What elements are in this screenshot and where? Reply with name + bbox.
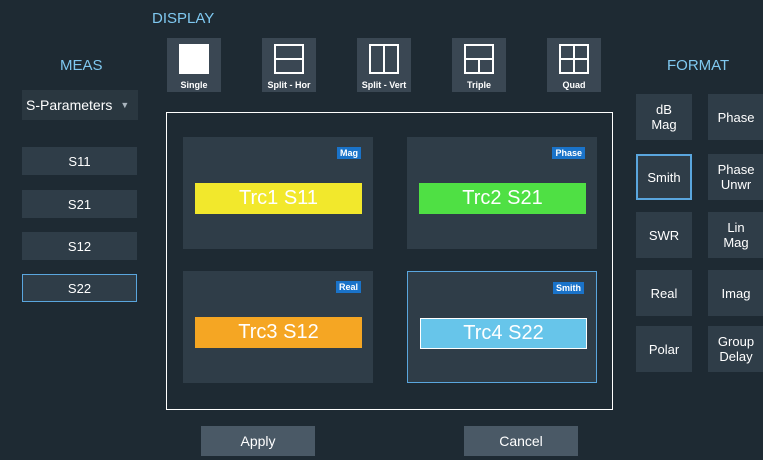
layout-split-hor-label: Split - Hor: [267, 80, 311, 90]
quad-layout-icon: [559, 44, 589, 74]
format-group-delay-button[interactable]: Group Delay: [708, 326, 763, 372]
apply-button[interactable]: Apply: [201, 426, 315, 456]
chevron-down-icon: ▼: [120, 100, 130, 110]
format-imag-button[interactable]: Imag: [708, 270, 763, 316]
format-tag: Mag: [337, 147, 361, 159]
layout-single-button[interactable]: Single: [167, 38, 221, 92]
display-title: DISPLAY: [152, 10, 215, 27]
format-smith-button[interactable]: Smith: [636, 154, 692, 200]
single-layout-icon: [179, 44, 209, 74]
trace-label-1: Trc1 S11: [195, 183, 362, 214]
format-phase-unwr-button[interactable]: Phase Unwr: [708, 154, 763, 200]
triple-layout-icon: [464, 44, 494, 74]
layout-triple-button[interactable]: Triple: [452, 38, 506, 92]
trace-pane-1[interactable]: Mag Trc1 S11: [183, 137, 373, 249]
format-db-mag-button[interactable]: dB Mag: [636, 94, 692, 140]
format-lin-mag-button[interactable]: Lin Mag: [708, 212, 763, 258]
layout-split-hor-button[interactable]: Split - Hor: [262, 38, 316, 92]
format-tag: Phase: [552, 147, 585, 159]
format-phase-button[interactable]: Phase: [708, 94, 763, 140]
trace-label-2: Trc2 S21: [419, 183, 586, 214]
cancel-button[interactable]: Cancel: [464, 426, 578, 456]
layout-quad-button[interactable]: Quad: [547, 38, 601, 92]
format-swr-button[interactable]: SWR: [636, 212, 692, 258]
trace-pane-2[interactable]: Phase Trc2 S21: [407, 137, 597, 249]
layout-triple-label: Triple: [466, 80, 491, 90]
meas-item-s11[interactable]: S11: [22, 147, 137, 175]
trace-pane-3[interactable]: Real Trc3 S12: [183, 271, 373, 383]
meas-title: MEAS: [60, 57, 103, 74]
meas-dropdown-value: S-Parameters: [26, 97, 113, 113]
format-real-button[interactable]: Real: [636, 270, 692, 316]
trace-label-3: Trc3 S12: [195, 317, 362, 348]
layout-split-vert-button[interactable]: Split - Vert: [357, 38, 411, 92]
meas-dropdown[interactable]: S-Parameters ▼: [22, 90, 138, 120]
format-polar-button[interactable]: Polar: [636, 326, 692, 372]
format-title: FORMAT: [667, 57, 730, 74]
trace-pane-4[interactable]: Smith Trc4 S22: [407, 271, 597, 383]
layout-split-vert-label: Split - Vert: [361, 80, 407, 90]
trace-label-4: Trc4 S22: [420, 318, 587, 349]
format-tag: Smith: [552, 282, 584, 294]
split-horizontal-layout-icon: [274, 44, 304, 74]
layout-single-label: Single: [180, 80, 208, 90]
meas-item-s22[interactable]: S22: [22, 274, 137, 302]
display-area: Mag Trc1 S11 Phase Trc2 S21 Real Trc3 S1…: [166, 112, 613, 410]
meas-item-s12[interactable]: S12: [22, 232, 137, 260]
format-tag: Real: [335, 281, 361, 293]
layout-quad-label: Quad: [562, 80, 586, 90]
meas-item-s21[interactable]: S21: [22, 190, 137, 218]
split-vertical-layout-icon: [369, 44, 399, 74]
